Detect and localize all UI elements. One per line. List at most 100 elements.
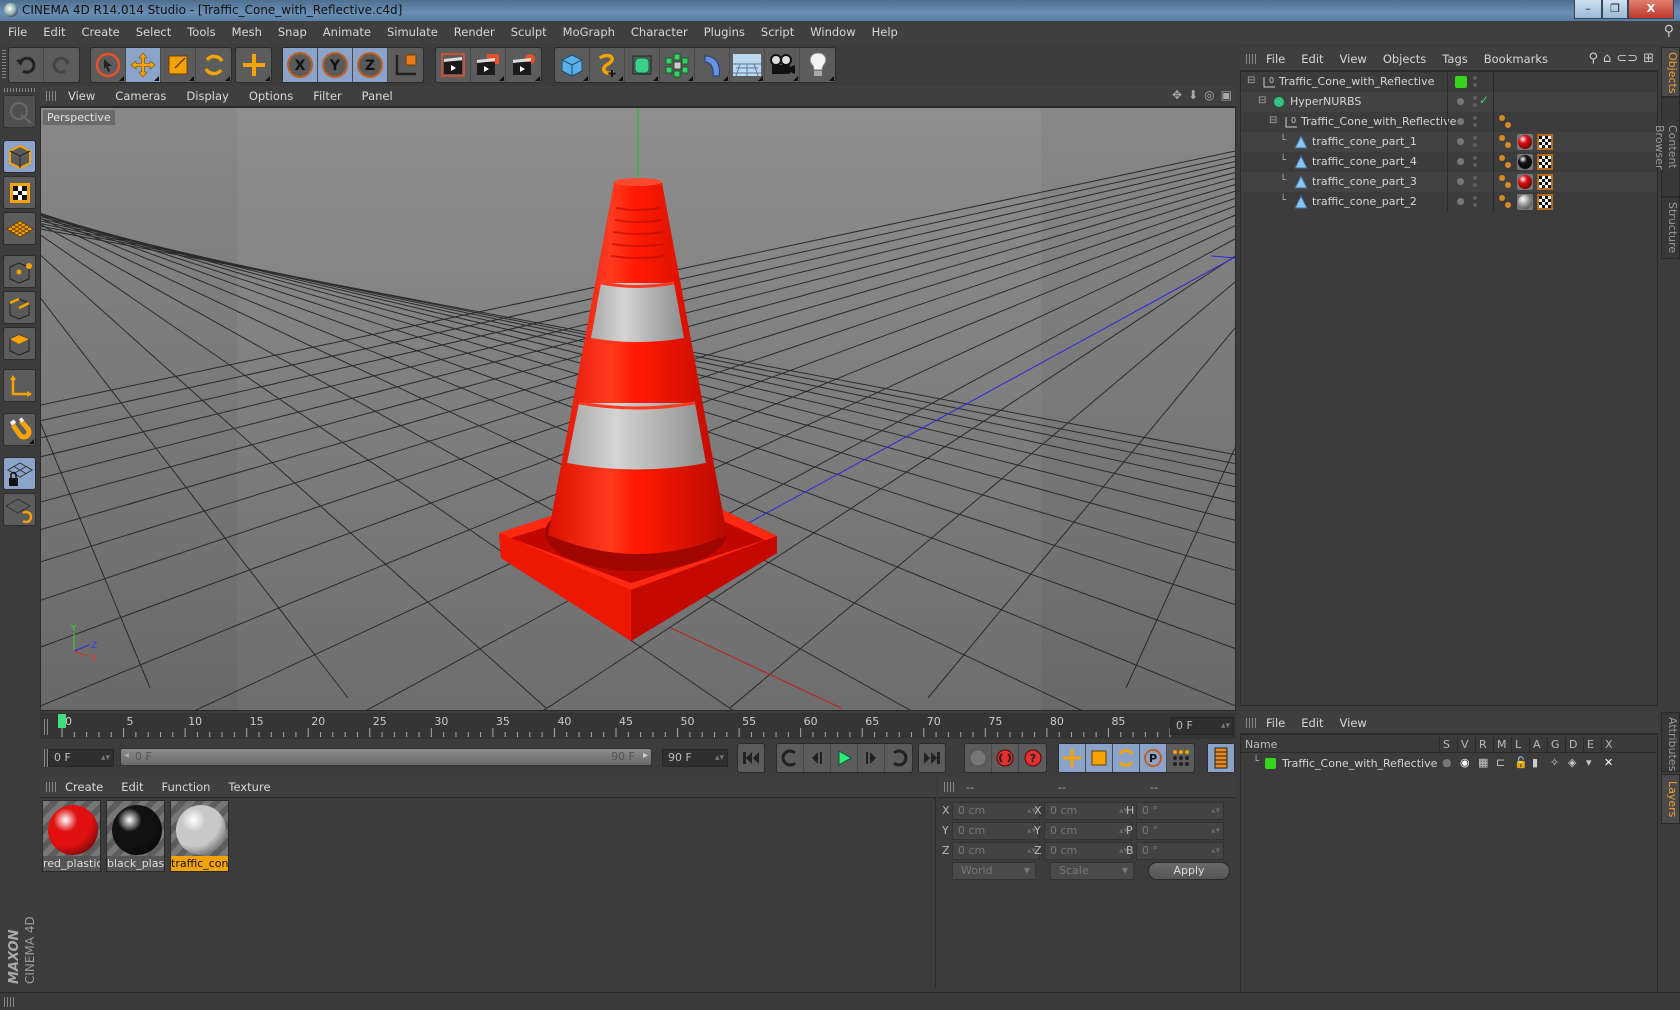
object-menu-edit[interactable]: Edit <box>1293 47 1331 71</box>
material-traffic-con[interactable]: traffic_con <box>170 800 229 872</box>
size-z-field[interactable]: 0 cm ▴▾ <box>1044 842 1132 860</box>
toolbar-grip[interactable] <box>2 50 6 80</box>
material-tag-icon[interactable] <box>1517 154 1533 170</box>
layer-column-r[interactable]: R <box>1479 737 1487 753</box>
cube-primitive-button[interactable] <box>555 48 590 82</box>
enabled-check-icon[interactable]: ✓ <box>1479 93 1489 107</box>
stepper-icon[interactable]: ▴▾ <box>1211 823 1220 839</box>
polygons-mode-button[interactable] <box>3 327 36 360</box>
range-right-handle[interactable]: ▸ <box>643 750 648 761</box>
rotate-button[interactable] <box>196 48 231 82</box>
menu-script[interactable]: Script <box>753 21 802 44</box>
position-x-field[interactable]: 0 cm ▴▾ <box>952 802 1040 820</box>
go-to-end-button[interactable] <box>919 744 945 772</box>
menu-mograph[interactable]: MoGraph <box>555 21 623 44</box>
search-icon[interactable]: ⚲ <box>1664 23 1674 39</box>
layer-column-e[interactable]: E <box>1587 737 1594 753</box>
orbit-view-icon[interactable]: ◎ <box>1204 88 1214 102</box>
left-toolbar-grip[interactable] <box>4 88 36 92</box>
new-window-icon[interactable]: ⊞ <box>1643 51 1654 66</box>
animation-icon[interactable]: ▮ <box>1532 756 1538 769</box>
editor-visibility-dot[interactable] <box>1457 98 1464 105</box>
layer-color-swatch[interactable] <box>1265 758 1276 769</box>
phong-tag-icon[interactable] <box>1499 154 1513 170</box>
render-view-button[interactable] <box>436 48 471 82</box>
range-left-handle[interactable]: ◂ <box>124 750 129 761</box>
key-pla-button[interactable] <box>1167 744 1194 772</box>
uvw-tag-icon[interactable] <box>1537 154 1553 170</box>
object-name[interactable]: Traffic_Cone_with_Reflective <box>1279 75 1434 88</box>
convert-object-button[interactable] <box>3 95 36 128</box>
z-axis-lock-button[interactable]: Z <box>353 48 388 82</box>
object-name[interactable]: HyperNURBS <box>1290 95 1361 108</box>
position-y-field[interactable]: 0 cm ▴▾ <box>952 822 1040 840</box>
current-frame-field[interactable]: 0 F ▴▾ <box>1170 717 1234 735</box>
workplane-align-button[interactable] <box>3 493 36 526</box>
render-clapper-icon[interactable]: ▦ <box>1478 756 1488 769</box>
layer-column-x[interactable]: X <box>1605 737 1613 753</box>
render-visibility-toggle[interactable] <box>1473 203 1477 207</box>
side-tab-layers[interactable]: Layers <box>1661 774 1680 824</box>
frame-range-slider[interactable]: ◂ 0 F 90 F ▸ <box>120 748 652 766</box>
timeline-grip[interactable] <box>44 719 50 735</box>
material-menu-create[interactable]: Create <box>56 777 112 798</box>
viewport-menu-display[interactable]: Display <box>176 86 238 107</box>
menu-snap[interactable]: Snap <box>270 21 315 44</box>
edges-mode-button[interactable] <box>3 291 36 324</box>
menu-tools[interactable]: Tools <box>179 21 223 44</box>
viewport-grip[interactable] <box>46 91 56 101</box>
phong-tag-icon[interactable] <box>1499 194 1513 210</box>
visible-eye-icon[interactable]: ◉ <box>1460 756 1470 769</box>
layer-column-v[interactable]: V <box>1461 737 1469 753</box>
object-menu-file[interactable]: File <box>1258 47 1293 71</box>
stepper-icon[interactable]: ▴▾ <box>1211 803 1220 819</box>
restore-button[interactable]: ❐ <box>1602 0 1628 19</box>
rotation-p-field[interactable]: 0 ° ▴▾ <box>1136 822 1224 840</box>
side-tab-attributes[interactable]: Attributes <box>1661 712 1680 772</box>
workplane-lock-button[interactable] <box>3 457 36 490</box>
render-visibility-toggle[interactable] <box>1473 123 1477 127</box>
layer-menu-edit[interactable]: Edit <box>1293 712 1331 734</box>
layer-column-l[interactable]: L <box>1515 737 1521 753</box>
viewport-menu-panel[interactable]: Panel <box>352 86 403 107</box>
autokey-button[interactable] <box>992 744 1019 772</box>
timeline-ruler[interactable]: 051015202530354045505560657075808590 0 F… <box>40 713 1236 739</box>
lock-icon[interactable]: 🔓 <box>1514 756 1528 769</box>
generator-icon[interactable]: ✧ <box>1550 756 1559 769</box>
render-picture-viewer-button[interactable] <box>471 48 506 82</box>
spline-pen-button[interactable] <box>590 48 625 82</box>
stepper-icon[interactable]: ▴▾ <box>1211 843 1220 859</box>
menu-select[interactable]: Select <box>128 21 179 44</box>
key-parameter-button[interactable]: P <box>1140 744 1167 772</box>
side-tab-objects[interactable]: Objects <box>1661 47 1680 97</box>
home-icon[interactable]: ⌂ <box>1603 51 1611 66</box>
toggle-layout-icon[interactable]: ▣ <box>1221 88 1232 102</box>
bend-deformer-button[interactable] <box>695 48 730 82</box>
material-name[interactable]: traffic_con <box>171 856 228 871</box>
last-tool-button[interactable] <box>236 48 271 82</box>
material-name[interactable]: red_plastic <box>43 856 100 871</box>
layer-column-a[interactable]: A <box>1533 737 1541 753</box>
coordinate-system-button[interactable] <box>388 48 423 82</box>
layer-column-name[interactable]: Name <box>1245 737 1277 753</box>
material-name[interactable]: black_plast <box>107 856 164 871</box>
editor-visibility-toggle[interactable] <box>1473 136 1477 140</box>
live-selection-button[interactable] <box>91 48 126 82</box>
editor-visibility-toggle[interactable] <box>1473 196 1477 200</box>
menu-mesh[interactable]: Mesh <box>224 21 270 44</box>
go-to-start-button[interactable] <box>738 744 764 772</box>
solo-dot-icon[interactable]: ● <box>1442 756 1452 769</box>
object-name[interactable]: traffic_cone_part_2 <box>1312 195 1417 208</box>
object-row[interactable]: └ traffic_cone_part_4 <box>1241 152 1657 172</box>
layer-menu-view[interactable]: View <box>1332 712 1375 734</box>
size-mode-dropdown[interactable]: Scale ▼ <box>1050 862 1134 880</box>
apply-button[interactable]: Apply <box>1148 862 1230 880</box>
layer-column-d[interactable]: D <box>1569 737 1577 753</box>
timeline-window-button[interactable] <box>1208 744 1234 772</box>
render-visibility-toggle[interactable] <box>1473 143 1477 147</box>
search-icon[interactable]: ⚲ <box>1589 51 1599 66</box>
previous-frame-button[interactable] <box>804 744 831 772</box>
record-keys-button[interactable] <box>965 744 992 772</box>
editor-visibility-dot[interactable] <box>1457 198 1464 205</box>
end-frame-field[interactable]: 90 F ▴▾ <box>662 749 728 767</box>
